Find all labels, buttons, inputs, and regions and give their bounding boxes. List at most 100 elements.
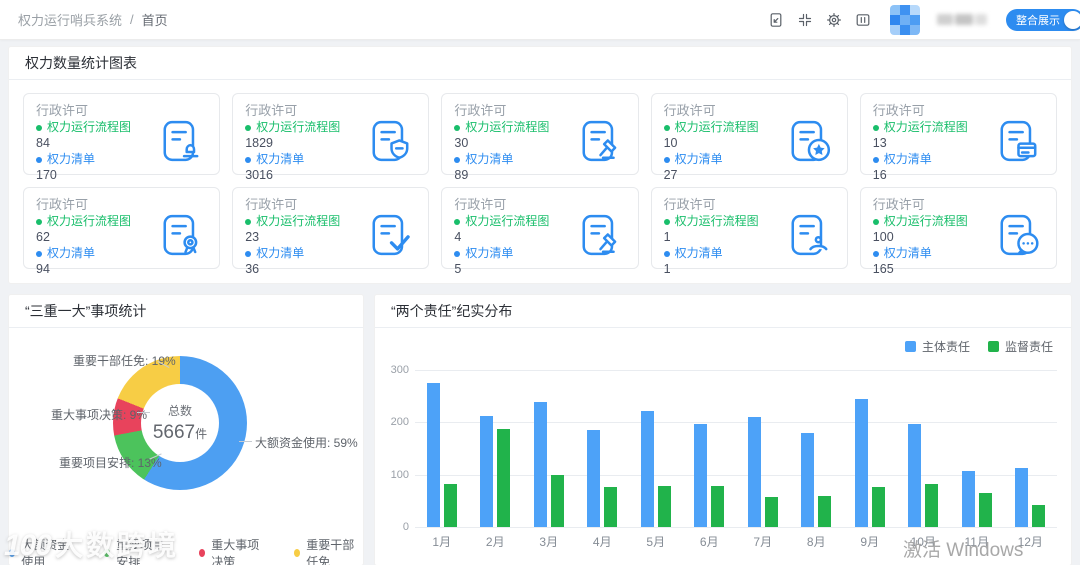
charts-row: “三重一大”事项统计 总数 5667件 重要干部任免: 19% 重大事项决策: …: [8, 294, 1072, 565]
bar-监督责任[interactable]: [978, 493, 992, 527]
bar-chart: 主体责任 监督责任 300 200 100 0 1月 2月 3月 4月 5月 6月 7月 8月 9月 10…: [375, 328, 1071, 550]
x-tick-label: 7月: [753, 535, 773, 549]
bar-监督责任[interactable]: [818, 496, 832, 527]
bar-主体责任[interactable]: [533, 402, 547, 527]
y-tick-label: 200: [390, 416, 409, 429]
card-title: 行政许可: [454, 197, 507, 212]
donut-label-funds: 大额资金使用: 59%: [255, 436, 358, 450]
integrated-display-toggle[interactable]: 整合展示: [1006, 8, 1080, 31]
fullscreen-icon[interactable]: [797, 12, 813, 28]
bar-group: [843, 370, 897, 527]
x-tick-label: 4月: [592, 535, 612, 549]
bar-主体责任[interactable]: [426, 383, 440, 527]
callout-connector: [239, 441, 252, 442]
bar-主体责任[interactable]: [908, 424, 922, 527]
power-list-count: 5: [454, 262, 462, 276]
breadcrumb: 权力运行哨兵系统 / 首页: [18, 10, 168, 29]
permission-card[interactable]: 行政许可 权力运行流程图 1829 权力清单 3016: [232, 93, 430, 182]
card-title: 行政许可: [663, 197, 716, 212]
bar-group: [790, 370, 844, 527]
donut-legend-item[interactable]: 重要干部任免: [294, 536, 363, 565]
flow-chart-label: 权力运行流程图: [465, 214, 550, 228]
doc-card-icon: [996, 118, 1042, 164]
donut-legend-item[interactable]: 重大事项决策: [199, 536, 268, 565]
blue-dot-icon: [663, 250, 670, 257]
y-tick-label: 300: [390, 364, 409, 376]
power-list-count: 3016: [245, 168, 273, 182]
bar-监督责任[interactable]: [604, 487, 618, 527]
bar-group: [415, 370, 469, 527]
power-list-label: 权力清单: [883, 246, 932, 260]
bar-主体责任[interactable]: [1015, 468, 1029, 527]
card-title: 行政许可: [872, 197, 925, 212]
flow-chart-label: 权力运行流程图: [674, 120, 759, 134]
card-title: 行政许可: [36, 197, 89, 212]
bar-主体责任[interactable]: [854, 399, 868, 527]
flow-chart-label: 权力运行流程图: [883, 214, 968, 228]
bar-监督责任[interactable]: [764, 497, 778, 527]
permission-card[interactable]: 行政许可 权力运行流程图 62 权力清单 94: [23, 187, 221, 276]
toggle-label: 整合展示: [1016, 14, 1060, 27]
green-dot-icon: [872, 218, 879, 225]
bar-主体责任[interactable]: [587, 430, 601, 527]
blue-dot-icon: [872, 250, 879, 257]
layout-columns-icon[interactable]: [855, 12, 871, 28]
blue-dot-icon: [36, 250, 42, 257]
bar-监督责任[interactable]: [550, 475, 564, 527]
breadcrumb-current[interactable]: 首页: [142, 10, 168, 29]
bar-监督责任[interactable]: [925, 484, 939, 527]
permission-card[interactable]: 行政许可 权力运行流程图 10 权力清单 27: [650, 93, 848, 182]
blue-dot-icon: [663, 156, 670, 163]
bar-group: [736, 370, 790, 527]
power-list-count: 94: [36, 262, 50, 276]
three-major-panel: “三重一大”事项统计 总数 5667件 重要干部任免: 19% 重大事项决策: …: [8, 294, 364, 565]
x-tick-label: 12月: [1017, 535, 1043, 549]
settings-gear-icon[interactable]: [826, 12, 842, 28]
green-dot-icon: [36, 218, 42, 225]
donut-legend-item[interactable]: 重要项目安排: [104, 536, 173, 565]
bar-监督责任[interactable]: [497, 429, 511, 527]
doc-check-icon: [368, 212, 414, 258]
permission-card[interactable]: 行政许可 权力运行流程图 84 权力清单 170: [23, 93, 221, 182]
user-avatar[interactable]: [890, 4, 920, 35]
bar-主体责任[interactable]: [801, 433, 815, 527]
bar-主体责任[interactable]: [747, 417, 761, 527]
power-list-count: 27: [663, 168, 678, 182]
power-list-label: 权力清单: [256, 246, 305, 260]
donut-center-label: 总数: [167, 404, 192, 418]
permission-card[interactable]: 行政许可 权力运行流程图 13 权力清单 16: [859, 93, 1057, 182]
permission-card[interactable]: 行政许可 权力运行流程图 100 权力清单 165: [859, 187, 1057, 276]
topbar-actions: 整合展示: [768, 4, 1080, 35]
permission-card[interactable]: 行政许可 权力运行流程图 1 权力清单 1: [650, 187, 848, 276]
bar-监督责任[interactable]: [657, 486, 671, 527]
x-tick-label: 9月: [860, 535, 880, 549]
bar-legend-item[interactable]: 主体责任: [904, 338, 970, 355]
legend-dot-icon: [199, 549, 206, 557]
permission-card[interactable]: 行政许可 权力运行流程图 30 权力清单 89: [441, 93, 639, 182]
bar-group: [522, 370, 576, 527]
bar-主体责任[interactable]: [640, 411, 654, 527]
donut-label-cadre: 重要干部任免: 19%: [73, 354, 176, 368]
blue-dot-icon: [454, 156, 461, 163]
bar-主体责任[interactable]: [480, 416, 494, 527]
x-tick-label: 8月: [806, 535, 826, 549]
bar-监督责任[interactable]: [871, 487, 885, 527]
bar-监督责任[interactable]: [711, 486, 725, 527]
bar-legend-item[interactable]: 监督责任: [987, 338, 1053, 355]
bar-监督责任[interactable]: [443, 484, 457, 527]
permission-card[interactable]: 行政许可 权力运行流程图 23 权力清单 36: [232, 187, 430, 276]
card-title: 行政许可: [872, 103, 925, 118]
permission-card[interactable]: 行政许可 权力运行流程图 4 权力清单 5: [441, 187, 639, 276]
bar-主体责任[interactable]: [694, 424, 708, 527]
breadcrumb-root[interactable]: 权力运行哨兵系统: [18, 10, 122, 29]
power-list-label: 权力清单: [465, 152, 514, 166]
export-document-icon[interactable]: [768, 12, 784, 28]
legend-dot-icon: [9, 549, 16, 557]
legend-dot-icon: [294, 549, 301, 557]
donut-legend-item[interactable]: 大额资金使用: [9, 536, 78, 565]
doc-stamp-icon: [159, 118, 205, 164]
x-tick-label: 3月: [539, 535, 559, 549]
bar-监督责任[interactable]: [1032, 505, 1046, 527]
x-tick-label: 5月: [646, 535, 666, 549]
bar-主体责任[interactable]: [961, 471, 975, 527]
